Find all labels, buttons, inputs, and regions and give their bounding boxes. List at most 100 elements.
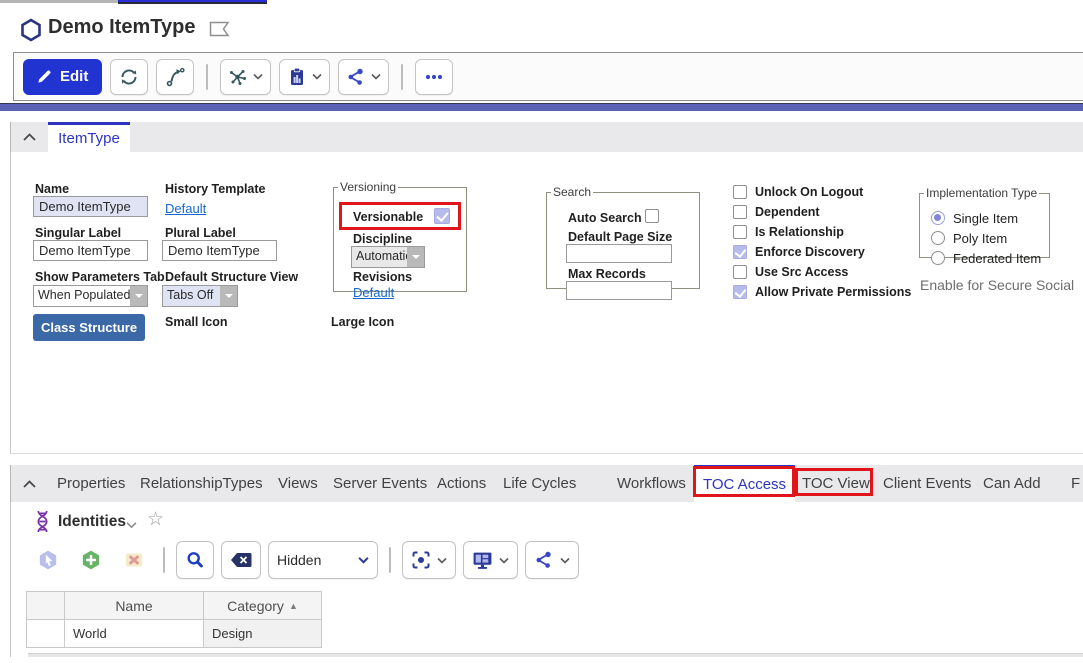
unlock-on-logout-checkbox[interactable]	[733, 185, 747, 199]
small-icon-label: Small Icon	[165, 315, 228, 329]
tab-can-add[interactable]: Can Add	[983, 465, 1041, 502]
hidden-filter-select[interactable]: Hidden	[268, 541, 378, 579]
structure-menu-button[interactable]	[220, 59, 271, 95]
auto-search-checkbox[interactable]	[645, 209, 659, 223]
tab-clipped[interactable]: F	[1071, 465, 1080, 502]
single-item-radio[interactable]	[931, 211, 945, 225]
chevron-up-icon	[23, 480, 36, 488]
auto-search-label: Auto Search	[568, 211, 642, 225]
tab-life-cycles[interactable]: Life Cycles	[503, 465, 576, 502]
tab-toc-view[interactable]: TOC View	[802, 465, 870, 502]
view-layout-menu-button[interactable]	[463, 541, 518, 579]
discipline-label: Discipline	[353, 232, 412, 246]
delete-x-icon	[123, 549, 145, 571]
search-legend: Search	[551, 185, 593, 199]
enforce-discovery-checkbox[interactable]	[733, 245, 747, 259]
grid-row[interactable]: World Design	[26, 620, 322, 648]
hub-icon	[228, 67, 248, 87]
discipline-select[interactable]: Automatic	[351, 246, 425, 268]
tab-workflows[interactable]: Workflows	[617, 465, 686, 502]
grid-header-name[interactable]: Name	[65, 591, 204, 620]
enable-secure-social-label: Enable for Secure Social	[920, 277, 1074, 293]
flag-row: Enforce Discovery	[733, 244, 865, 260]
name-input[interactable]: Demo ItemType	[33, 196, 148, 217]
more-actions-button[interactable]	[415, 59, 453, 95]
share-menu-button[interactable]	[338, 59, 389, 95]
panel-left-border	[10, 502, 11, 657]
tab-itemtype[interactable]: ItemType	[48, 122, 130, 152]
allow-private-permissions-checkbox[interactable]	[733, 285, 747, 299]
grid-cell-name[interactable]: World	[65, 620, 204, 648]
tab-actions[interactable]: Actions	[437, 465, 486, 502]
dependent-checkbox[interactable]	[733, 205, 747, 219]
use-src-access-checkbox[interactable]	[733, 265, 747, 279]
share-related-menu-button[interactable]	[525, 541, 579, 579]
edit-button[interactable]: Edit	[23, 59, 102, 95]
versioning-legend: Versioning	[338, 180, 398, 194]
pencil-icon	[37, 69, 52, 84]
chevron-down-icon	[560, 557, 570, 564]
show-parameters-tab-select[interactable]: When Populated	[33, 285, 148, 307]
search-button[interactable]	[176, 541, 214, 579]
is-relationship-checkbox[interactable]	[733, 225, 747, 239]
radio-row: Poly Item	[931, 230, 1007, 246]
monitor-icon	[472, 551, 493, 570]
tab-properties[interactable]: Properties	[57, 465, 125, 502]
favorite-star-icon[interactable]: ☆	[147, 510, 164, 529]
tab-server-events[interactable]: Server Events	[333, 465, 427, 502]
default-page-size-input[interactable]	[566, 244, 672, 263]
grid-header-category[interactable]: Category ▲	[204, 591, 322, 620]
flag-icon[interactable]	[208, 21, 230, 37]
edit-button-label: Edit	[60, 68, 88, 85]
enforce-discovery-label: Enforce Discovery	[755, 245, 865, 259]
select-mode-menu-button[interactable]	[402, 541, 456, 579]
implementation-type-legend: Implementation Type	[924, 186, 1039, 200]
reports-menu-button[interactable]	[279, 59, 330, 95]
refresh-button[interactable]	[110, 59, 148, 95]
delete-related-button[interactable]	[116, 542, 152, 578]
versionable-checkbox[interactable]	[434, 208, 450, 224]
pane-splitter[interactable]	[0, 103, 1083, 111]
panel-bottom-border	[10, 453, 1083, 454]
dependent-label: Dependent	[755, 205, 820, 219]
flag-row: Use Src Access	[733, 264, 848, 280]
target-icon	[411, 550, 431, 570]
clear-search-button[interactable]	[221, 541, 261, 579]
grid-header-row: Name Category ▲	[26, 591, 322, 620]
max-records-input[interactable]	[566, 281, 672, 300]
tab-views[interactable]: Views	[278, 465, 318, 502]
grid-cell-rowselect[interactable]	[26, 620, 65, 648]
chevron-down-icon[interactable]	[126, 521, 137, 529]
revisions-label: Revisions	[353, 270, 412, 284]
single-item-label: Single Item	[953, 211, 1018, 226]
collapse-form-button[interactable]	[20, 130, 38, 144]
plural-label-input[interactable]: Demo ItemType	[162, 240, 277, 261]
default-structure-view-label: Default Structure View	[165, 270, 298, 284]
active-tab-strip	[118, 0, 267, 4]
versioning-fieldset: Versioning Versionable Discipline Automa…	[333, 180, 467, 292]
singular-label-input[interactable]: Demo ItemType	[33, 240, 148, 261]
chevron-down-icon	[253, 73, 263, 80]
revisions-default-link[interactable]: Default	[353, 285, 394, 300]
default-structure-view-select[interactable]: Tabs Off	[162, 285, 238, 307]
chevron-down-icon	[358, 556, 369, 564]
radio-row: Federated Item	[931, 250, 1041, 266]
add-related-button[interactable]	[73, 542, 109, 578]
dropdown-arrow-icon	[130, 286, 147, 306]
tab-client-events[interactable]: Client Events	[883, 465, 971, 502]
grid-header-rowselect[interactable]	[26, 591, 65, 620]
chevron-down-icon	[437, 557, 447, 564]
pick-related-button[interactable]	[30, 542, 66, 578]
tab-toc-access[interactable]: TOC Access	[694, 465, 795, 502]
toolbar-separator	[163, 547, 165, 573]
history-template-link[interactable]: Default	[165, 201, 206, 216]
federated-item-radio[interactable]	[931, 251, 945, 265]
poly-item-radio[interactable]	[931, 231, 945, 245]
flag-row: Allow Private Permissions	[733, 284, 911, 300]
promote-button[interactable]	[156, 59, 194, 95]
dropdown-arrow-icon	[407, 247, 424, 267]
collapse-relationships-button[interactable]	[20, 477, 38, 491]
class-structure-button[interactable]: Class Structure	[33, 314, 145, 341]
grid-cell-category[interactable]: Design	[204, 620, 322, 648]
tab-relationshiptypes[interactable]: RelationshipTypes	[140, 465, 263, 502]
